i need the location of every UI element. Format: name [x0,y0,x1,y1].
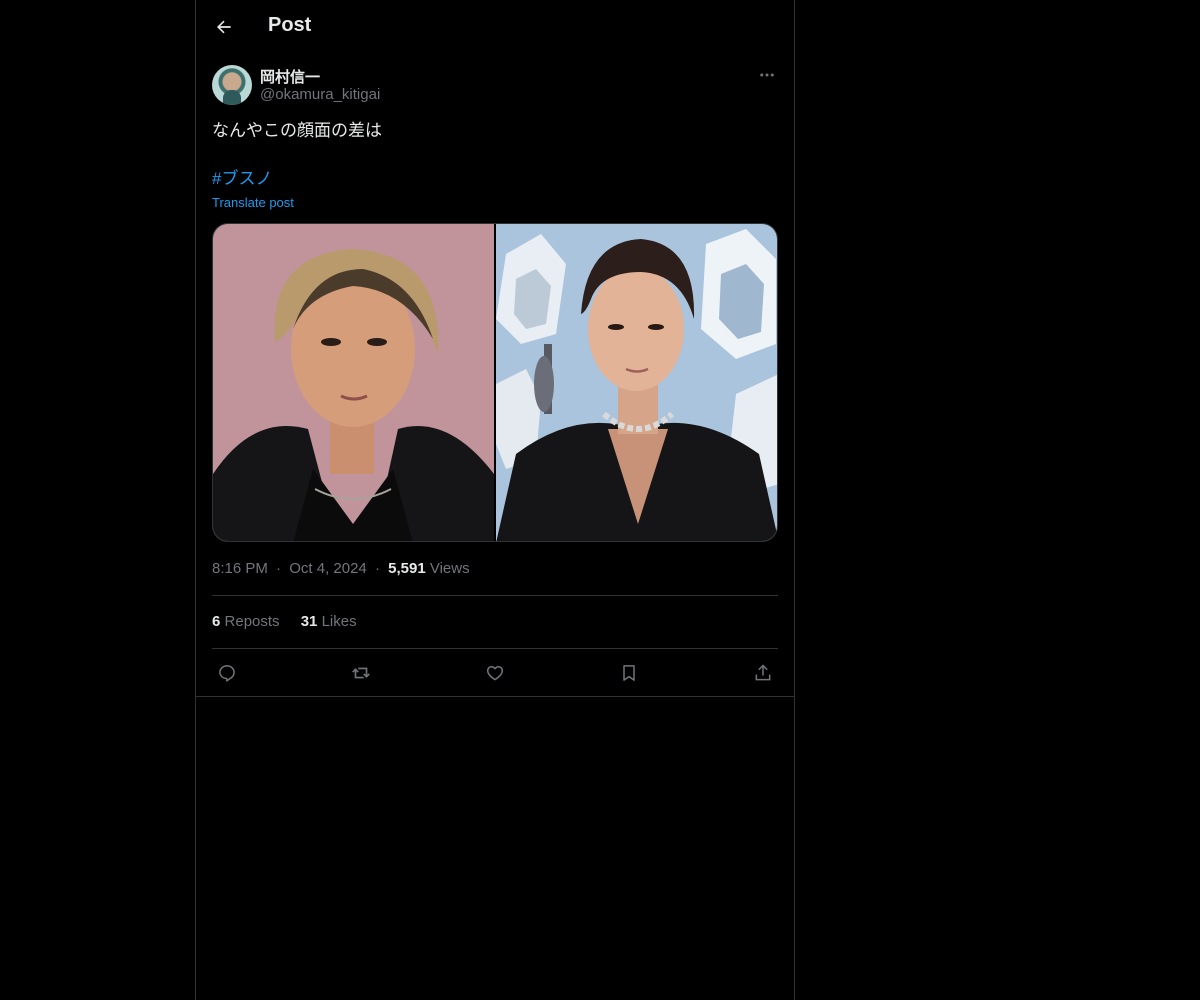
author-display-name[interactable]: 岡村信一 [260,66,320,87]
reposts-count: 6 [212,613,220,630]
reposts-label: Reposts [225,613,280,630]
bookmark-button[interactable] [616,660,642,686]
page-title: Post [268,14,311,37]
post-header: Post [196,0,794,54]
post-column: Post 岡村信一 @okamura_kitigai なんやこの顔面の差は #ブ… [195,0,795,1000]
reply-icon [217,663,237,683]
author-row: 岡村信一 @okamura_kitigai [212,65,778,107]
repost-button[interactable] [348,660,374,686]
hashtag-link[interactable]: #ブスノ [212,168,272,190]
post-date[interactable]: Oct 4, 2024 [289,560,367,577]
repost-icon [350,662,372,684]
back-button[interactable] [208,11,240,43]
likes-label: Likes [322,613,357,630]
views-label: Views [430,560,470,577]
bookmark-icon [619,663,639,683]
more-horizontal-icon [758,66,776,84]
more-options-button[interactable] [756,65,778,85]
media-image-left[interactable] [213,224,494,542]
divider [212,595,778,596]
share-icon [753,663,773,683]
translate-post-link[interactable]: Translate post [212,195,294,210]
post-time[interactable]: 8:16 PM [212,560,268,577]
divider [212,648,778,649]
like-button[interactable] [482,660,508,686]
media-image-right[interactable] [496,224,778,542]
reply-button[interactable] [214,660,240,686]
author-handle[interactable]: @okamura_kitigai [260,86,380,103]
likes-count: 31 [301,613,318,630]
likes-stat[interactable]: 31 Likes [301,613,357,630]
post-meta: 8:16 PM · Oct 4, 2024 · 5,591 Views [212,560,470,577]
avatar[interactable] [212,65,252,105]
divider [196,696,794,697]
arrow-left-icon [214,17,234,37]
action-bar [212,660,778,686]
post-media [212,223,778,542]
post-stats: 6 Reposts 31 Likes [212,613,374,630]
views-count: 5,591 [388,560,426,577]
meta-separator: · [276,560,281,577]
like-icon [485,663,505,683]
post-text: なんやこの顔面の差は [212,120,382,142]
reposts-stat[interactable]: 6 Reposts [212,613,280,630]
share-button[interactable] [750,660,776,686]
meta-separator: · [375,560,380,577]
